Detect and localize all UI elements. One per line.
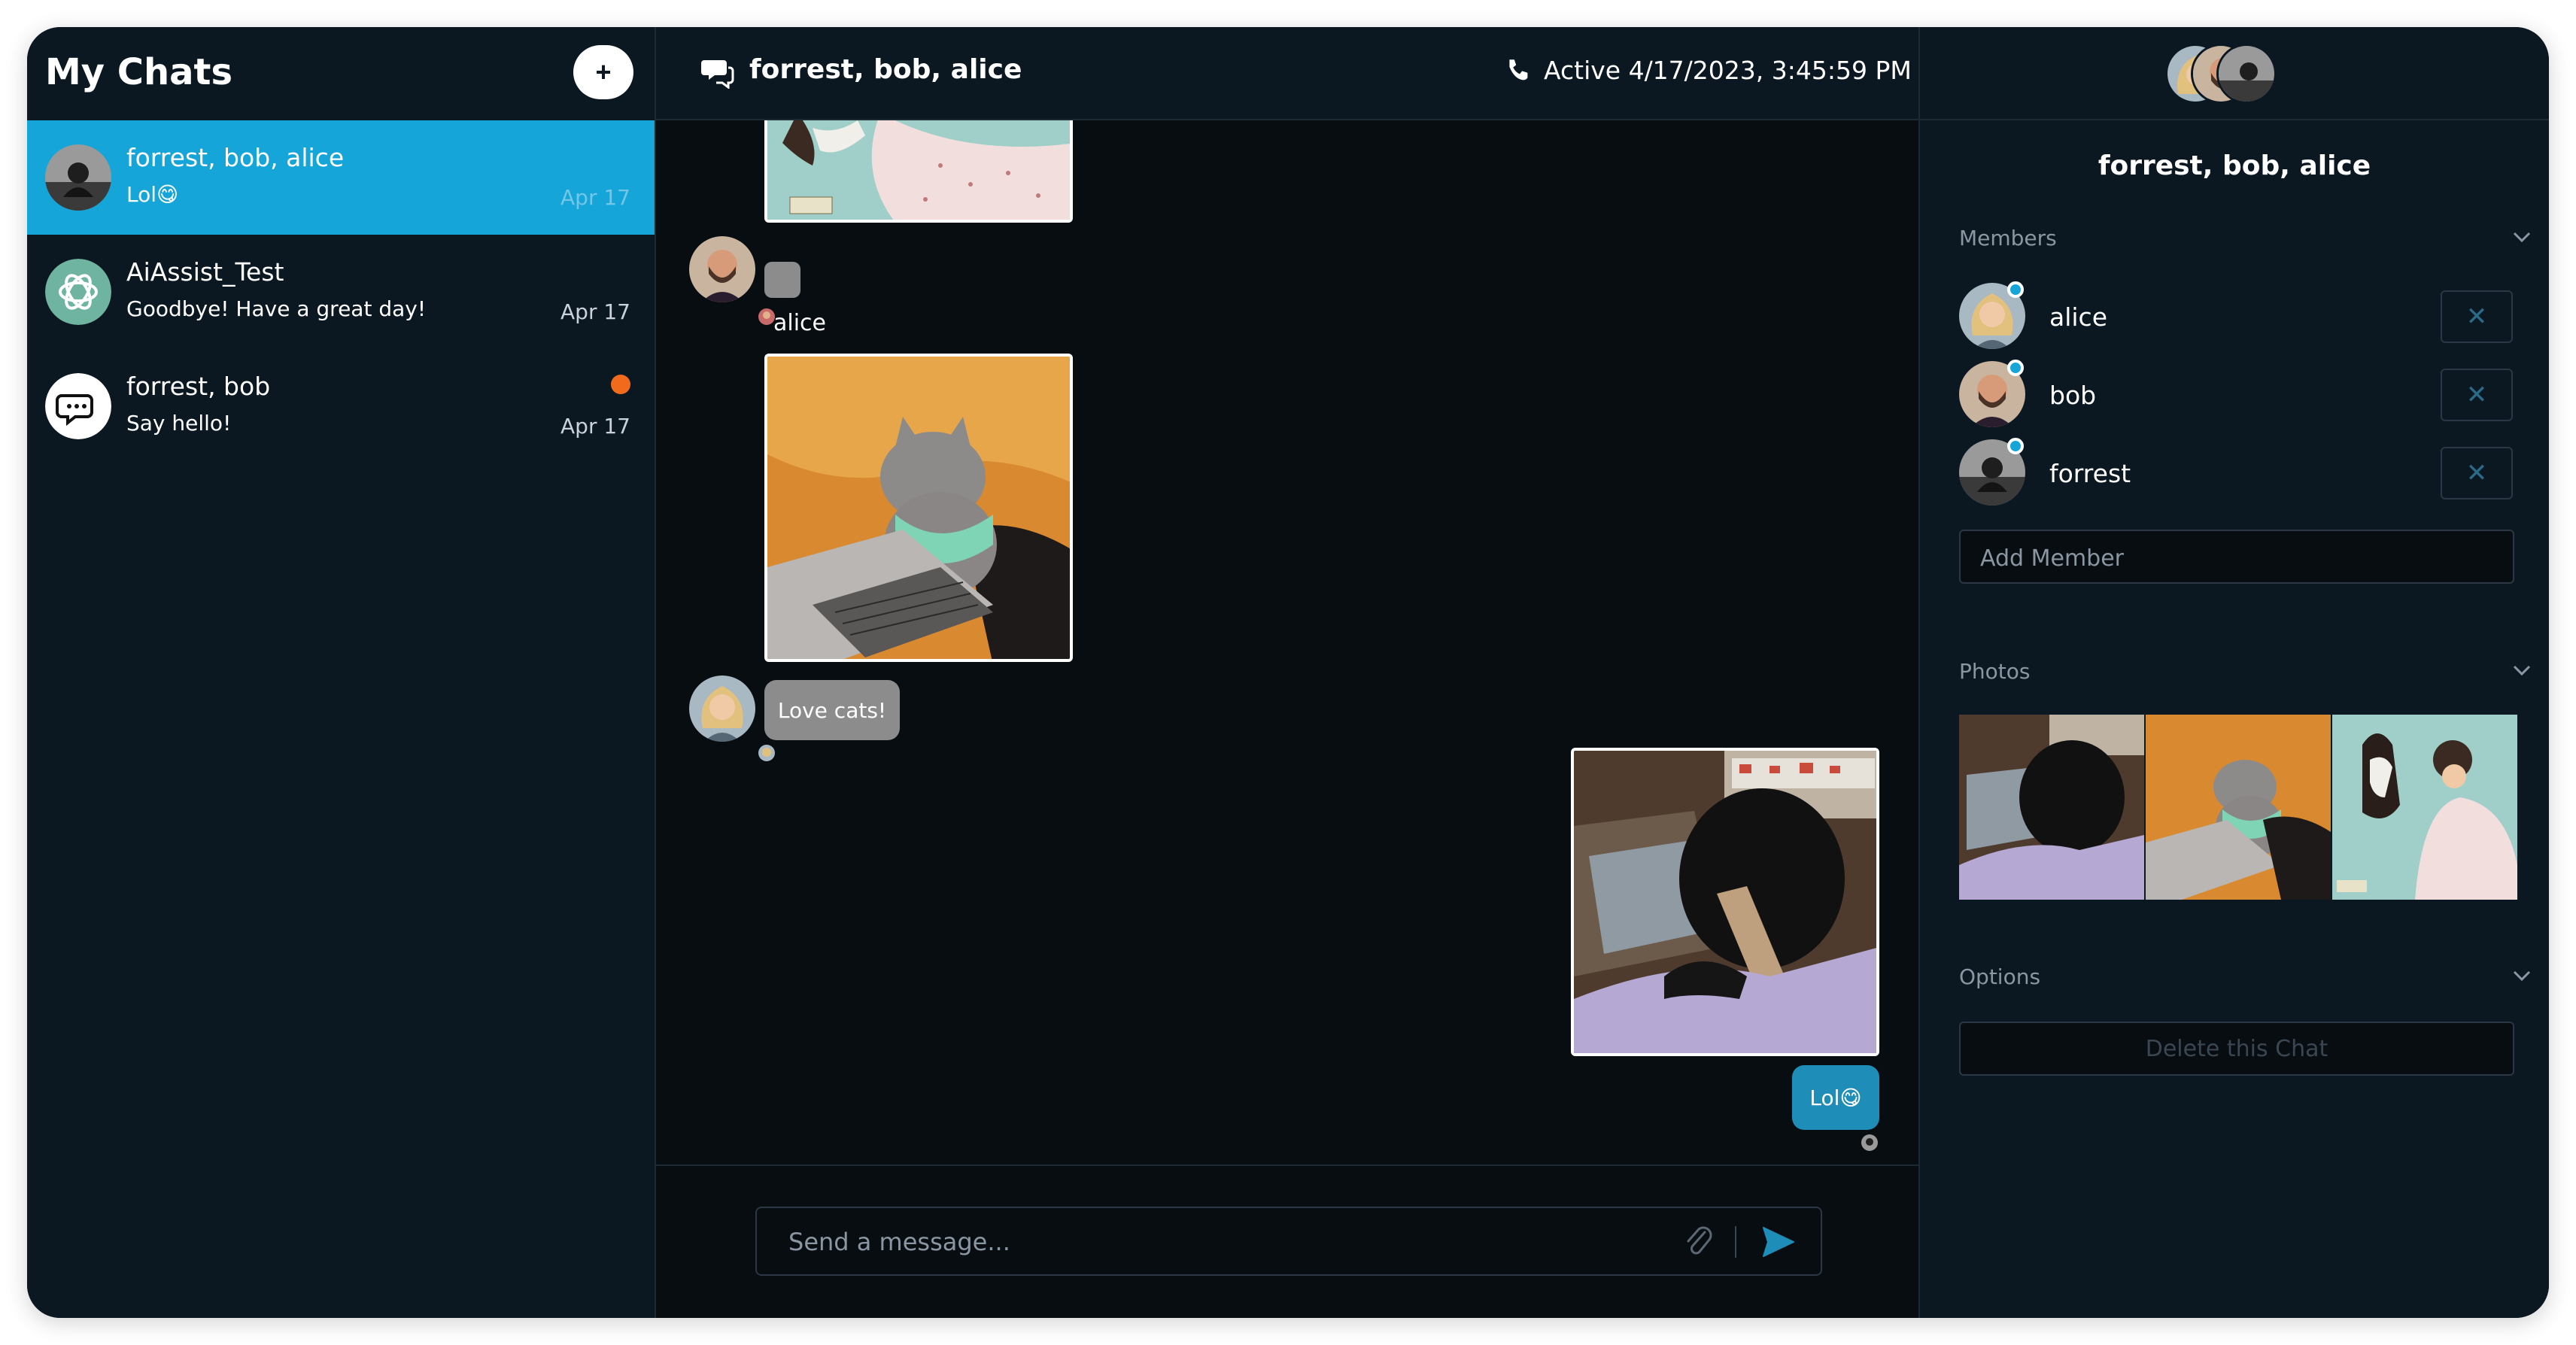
chat-list-sidebar: My Chats + forrest, bob, alice Lol😋 Apr … bbox=[27, 27, 656, 1318]
message-list[interactable]: alice Love cats! Lol😋 bbox=[656, 120, 1918, 1166]
chat-details-panel: forrest, bob, alice Members alice ✕ bob … bbox=[1920, 27, 2549, 1318]
chevron-down-icon[interactable] bbox=[2511, 663, 2532, 677]
chat-item-name: forrest, bob bbox=[126, 372, 271, 401]
close-icon: ✕ bbox=[2465, 302, 2488, 332]
chevron-down-icon[interactable] bbox=[2511, 230, 2532, 244]
members-section-label[interactable]: Members bbox=[1959, 226, 2057, 250]
new-chat-button[interactable]: + bbox=[573, 45, 633, 99]
message-input[interactable] bbox=[787, 1225, 1618, 1259]
details-header bbox=[1920, 27, 2549, 120]
photo-thumbnail-cat[interactable] bbox=[2146, 715, 2331, 900]
chat-item-date: Apr 17 bbox=[560, 414, 630, 439]
message-text: Lol😋 bbox=[1809, 1085, 1862, 1110]
remove-member-button[interactable]: ✕ bbox=[2441, 369, 2513, 421]
online-indicator bbox=[2007, 438, 2024, 454]
member-alice: alice ✕ bbox=[1959, 281, 2516, 352]
options-section-label[interactable]: Options bbox=[1959, 964, 2040, 989]
chat-item-name: AiAssist_Test bbox=[126, 257, 284, 287]
image-message-gorilla-laptop[interactable] bbox=[1571, 748, 1879, 1056]
chat-item-forrest-bob[interactable]: forrest, bob Say hello! Apr 17 bbox=[27, 349, 655, 463]
delete-chat-button[interactable]: Delete this Chat bbox=[1959, 1022, 2514, 1076]
photos-section-label[interactable]: Photos bbox=[1959, 659, 2030, 684]
message-composer bbox=[755, 1207, 1822, 1276]
bob-avatar bbox=[689, 236, 755, 302]
empty-message-bubble[interactable] bbox=[764, 262, 800, 298]
remove-member-button[interactable]: ✕ bbox=[2441, 290, 2513, 343]
chat-main: forrest, bob, alice Active 4/17/2023, 3:… bbox=[656, 27, 1920, 1318]
chevron-down-icon[interactable] bbox=[2511, 969, 2532, 982]
read-receipt-avatar bbox=[1861, 1134, 1878, 1151]
chat-bubbles-icon bbox=[701, 60, 734, 89]
message-bubble-love-cats[interactable]: Love cats! bbox=[764, 680, 900, 740]
message-bubble-lol[interactable]: Lol😋 bbox=[1792, 1065, 1879, 1130]
image-message-woman-cat[interactable] bbox=[764, 120, 1073, 223]
member-bob: bob ✕ bbox=[1959, 360, 2516, 430]
openai-logo-icon bbox=[45, 259, 111, 325]
close-icon: ✕ bbox=[2465, 458, 2488, 488]
image-message-cat-laptop[interactable] bbox=[764, 354, 1073, 662]
phone-icon[interactable] bbox=[1505, 57, 1530, 84]
paperclip-icon[interactable] bbox=[1684, 1225, 1714, 1259]
chat-item-preview: Lol😋 bbox=[126, 182, 179, 207]
alice-avatar bbox=[689, 676, 755, 742]
chat-item-date: Apr 17 bbox=[560, 185, 630, 210]
online-indicator bbox=[2007, 281, 2024, 298]
sender-label: alice bbox=[773, 310, 827, 336]
member-name: alice bbox=[2049, 302, 2108, 332]
details-title: forrest, bob, alice bbox=[2098, 150, 2371, 181]
send-icon[interactable] bbox=[1760, 1225, 1797, 1259]
chat-item-aiassist[interactable]: AiAssist_Test Goodbye! Have a great day!… bbox=[27, 235, 655, 349]
add-member-field bbox=[1959, 530, 2514, 584]
chat-item-forrest-bob-alice[interactable]: forrest, bob, alice Lol😋 Apr 17 bbox=[27, 120, 655, 235]
read-receipt-avatar bbox=[758, 745, 775, 761]
close-icon: ✕ bbox=[2465, 380, 2488, 410]
composer-area bbox=[656, 1164, 1918, 1318]
chat-app: My Chats + forrest, bob, alice Lol😋 Apr … bbox=[27, 27, 2549, 1318]
member-forrest: forrest ✕ bbox=[1959, 438, 2516, 509]
photo-thumbnail-gorilla[interactable] bbox=[1959, 715, 2144, 900]
unread-indicator bbox=[611, 375, 630, 394]
remove-member-button[interactable]: ✕ bbox=[2441, 447, 2513, 499]
chat-bubbles-icon bbox=[45, 373, 111, 439]
chat-title: forrest, bob, alice bbox=[749, 54, 1022, 85]
online-indicator bbox=[2007, 360, 2024, 376]
member-name: forrest bbox=[2049, 459, 2131, 488]
chat-item-date: Apr 17 bbox=[560, 299, 630, 324]
group-avatar bbox=[45, 144, 111, 211]
read-receipt-avatar bbox=[758, 308, 775, 325]
sidebar-header: My Chats + bbox=[27, 27, 655, 120]
forrest-avatar bbox=[2216, 44, 2277, 104]
message-text: Love cats! bbox=[777, 697, 887, 723]
plus-icon: + bbox=[595, 56, 612, 87]
chat-item-preview: Goodbye! Have a great day! bbox=[126, 296, 427, 321]
add-member-input[interactable] bbox=[1979, 542, 2493, 575]
chat-item-preview: Say hello! bbox=[126, 411, 232, 436]
photo-thumbnail-woman-cat[interactable] bbox=[2332, 715, 2517, 900]
composer-divider bbox=[1735, 1226, 1736, 1258]
chat-header: forrest, bob, alice Active 4/17/2023, 3:… bbox=[656, 27, 1918, 120]
member-name: bob bbox=[2049, 381, 2097, 410]
active-status: Active 4/17/2023, 3:45:59 PM bbox=[1544, 56, 1912, 85]
chat-item-name: forrest, bob, alice bbox=[126, 143, 345, 172]
sidebar-title: My Chats bbox=[45, 51, 233, 93]
